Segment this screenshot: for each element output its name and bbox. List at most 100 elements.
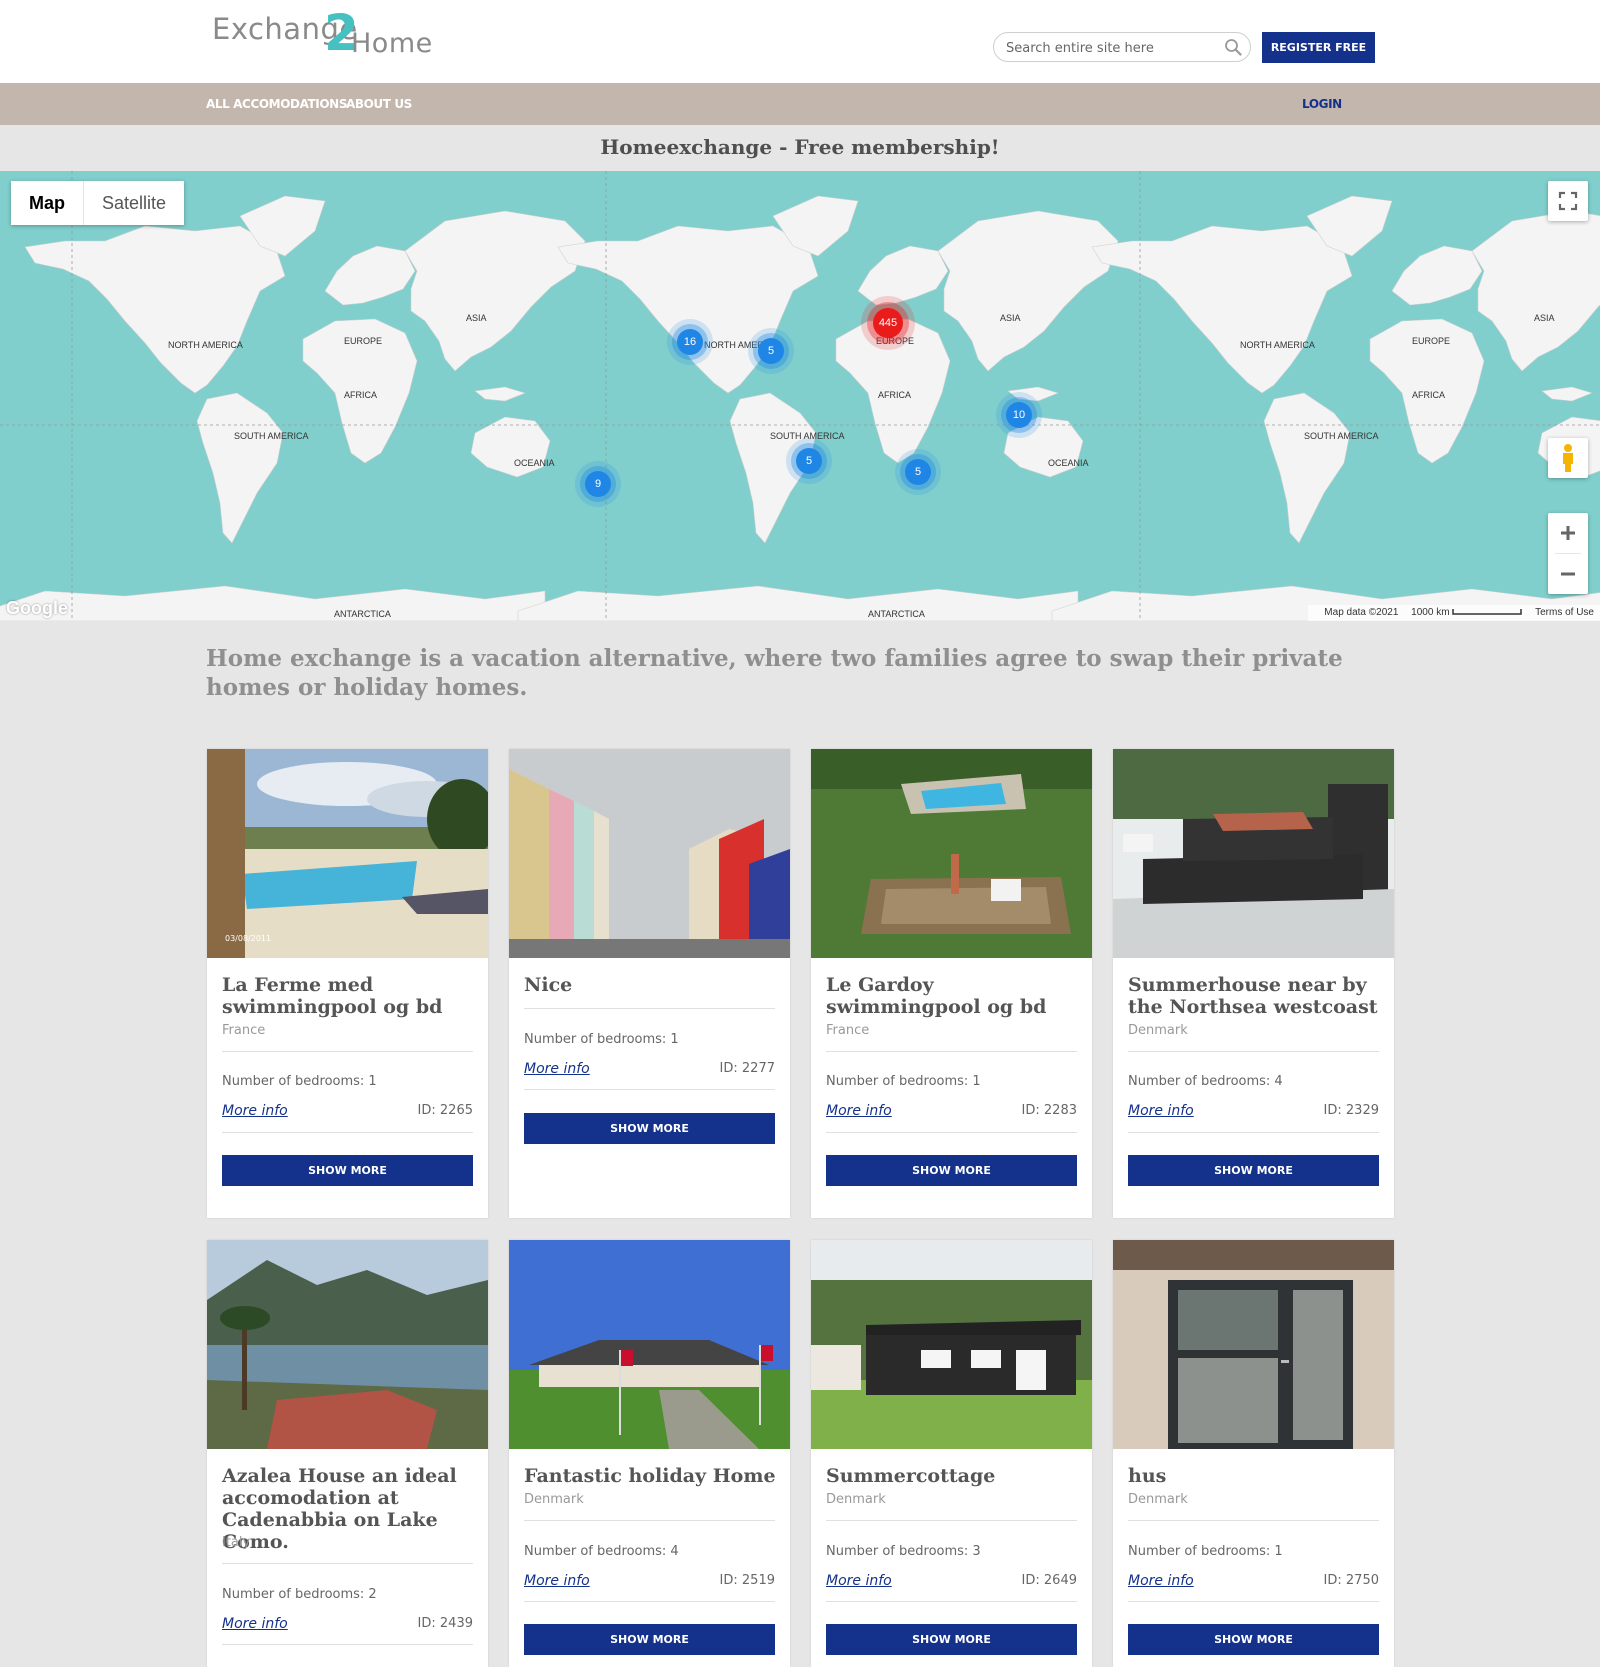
nav-item-all-accomodations[interactable]: ALL ACCOMODATIONS <box>206 97 347 111</box>
divider <box>222 1563 473 1564</box>
map-cluster-marker[interactable]: 10 <box>1006 402 1032 428</box>
hot-tub-photo-image <box>1113 749 1394 958</box>
show-more-button[interactable]: SHOW MORE <box>1128 1155 1379 1186</box>
listing-title[interactable]: La Ferme med swimmingpool og bd <box>222 974 477 1018</box>
listing-photo[interactable]: 03/08/2011 <box>207 749 488 958</box>
listing-card: hus Denmark Number of bedrooms: 1 More i… <box>1113 1240 1394 1667</box>
more-info-link[interactable]: More info <box>222 1103 288 1119</box>
listing-card: Summercottage Denmark Number of bedrooms… <box>811 1240 1092 1667</box>
more-info-link[interactable]: More info <box>222 1616 288 1632</box>
street-view-pegman[interactable] <box>1548 438 1588 478</box>
map-land-layer <box>0 171 1600 621</box>
holiday-home-photo-image <box>509 1240 790 1449</box>
world-map[interactable]: NORTH AMERICA EUROPE ASIA AFRICA SOUTH A… <box>0 171 1600 621</box>
listing-id: ID: 2649 <box>1021 1573 1077 1588</box>
listing-title[interactable]: hus <box>1128 1465 1383 1487</box>
map-cluster-marker[interactable]: 5 <box>905 459 931 485</box>
map-label-south-america: SOUTH AMERICA <box>234 431 309 441</box>
listing-country: Denmark <box>524 1492 584 1507</box>
intro-text: Home exchange is a vacation alternative,… <box>206 645 1343 701</box>
divider <box>826 1520 1077 1521</box>
zoom-in-icon[interactable] <box>1548 513 1588 553</box>
show-more-button[interactable]: SHOW MORE <box>826 1624 1077 1655</box>
map-cluster-marker[interactable]: 9 <box>585 471 611 497</box>
listing-title[interactable]: Summercottage <box>826 1465 1081 1487</box>
fullscreen-button[interactable] <box>1548 181 1588 221</box>
listing-title[interactable]: Nice <box>524 974 779 996</box>
listing-country: France <box>826 1023 870 1038</box>
more-info-link[interactable]: More info <box>524 1573 590 1589</box>
search-icon[interactable] <box>1224 38 1242 56</box>
zoom-out-icon[interactable] <box>1548 554 1588 594</box>
map-label-europe: EUROPE <box>1412 336 1451 346</box>
divider <box>222 1051 473 1052</box>
listing-card: Le Gardoy swimmingpool og bd France Numb… <box>811 749 1092 1218</box>
map-scale-label[interactable]: 1000 km <box>1411 607 1449 618</box>
main-nav: ALL ACCOMODATIONS ABOUT US LOGIN <box>0 83 1600 125</box>
nav-item-about-us[interactable]: ABOUT US <box>346 97 412 111</box>
listing-card: Azalea House an ideal accomodation at Ca… <box>207 1240 488 1667</box>
listing-photo[interactable] <box>207 1240 488 1449</box>
map-cluster-marker[interactable]: 5 <box>758 338 784 364</box>
listing-card: Nice Number of bedrooms: 1 More info ID:… <box>509 749 790 1218</box>
map-data-credit: Map data ©2021 <box>1324 607 1399 618</box>
map-label-antarctica: ANTARCTICA <box>868 609 925 619</box>
listing-bedrooms: Number of bedrooms: 1 <box>1128 1544 1283 1559</box>
lake-como-photo-image <box>207 1240 488 1449</box>
login-link[interactable]: LOGIN <box>1302 97 1342 111</box>
listing-photo[interactable] <box>1113 1240 1394 1449</box>
divider <box>524 1520 775 1521</box>
listing-id: ID: 2283 <box>1021 1103 1077 1118</box>
door-photo-image <box>1113 1240 1394 1449</box>
listing-photo[interactable] <box>1113 749 1394 958</box>
divider <box>524 1089 775 1090</box>
listing-title[interactable]: Azalea House an ideal accomodation at Ca… <box>222 1465 477 1553</box>
summercottage-photo-image <box>811 1240 1092 1449</box>
listing-photo[interactable] <box>811 749 1092 958</box>
listing-title[interactable]: Summerhouse near by the Northsea westcoa… <box>1128 974 1383 1018</box>
more-info-link[interactable]: More info <box>1128 1103 1194 1119</box>
divider <box>1128 1520 1379 1521</box>
listing-title[interactable]: Fantastic holiday Home <box>524 1465 779 1487</box>
more-info-link[interactable]: More info <box>1128 1573 1194 1589</box>
listing-card: Fantastic holiday Home Denmark Number of… <box>509 1240 790 1667</box>
more-info-link[interactable]: More info <box>826 1573 892 1589</box>
show-more-button[interactable]: SHOW MORE <box>826 1155 1077 1186</box>
divider <box>222 1132 473 1133</box>
map-label-europe: EUROPE <box>876 336 915 346</box>
listing-bedrooms: Number of bedrooms: 3 <box>826 1544 981 1559</box>
photo-date-stamp: 03/08/2011 <box>225 934 271 943</box>
listing-photo[interactable] <box>811 1240 1092 1449</box>
show-more-button[interactable]: SHOW MORE <box>524 1624 775 1655</box>
divider <box>826 1051 1077 1052</box>
listing-card: Summerhouse near by the Northsea westcoa… <box>1113 749 1394 1218</box>
map-cluster-marker[interactable]: 445 <box>873 308 903 338</box>
map-type-map-button[interactable]: Map <box>11 181 83 225</box>
show-more-button[interactable]: SHOW MORE <box>524 1113 775 1144</box>
terms-of-use-link[interactable]: Terms of Use <box>1535 607 1594 618</box>
search-input[interactable] <box>1004 38 1223 58</box>
show-more-button[interactable]: SHOW MORE <box>222 1155 473 1186</box>
listing-photo[interactable] <box>509 1240 790 1449</box>
listing-id: ID: 2277 <box>719 1061 775 1076</box>
listing-photo[interactable] <box>509 749 790 958</box>
register-free-button[interactable]: REGISTER FREE <box>1262 32 1375 63</box>
map-label-asia: ASIA <box>1534 313 1555 323</box>
divider <box>1128 1601 1379 1602</box>
map-label-europe: EUROPE <box>344 336 383 346</box>
more-info-link[interactable]: More info <box>524 1061 590 1077</box>
site-logo[interactable]: Exchange 2 Home <box>212 4 442 62</box>
show-more-button[interactable]: SHOW MORE <box>1128 1624 1379 1655</box>
more-info-link[interactable]: More info <box>826 1103 892 1119</box>
divider <box>826 1132 1077 1133</box>
listing-country: Denmark <box>826 1492 886 1507</box>
map-cluster-marker[interactable]: 16 <box>677 329 703 355</box>
pool-photo-image: 03/08/2011 <box>207 749 488 958</box>
map-cluster-marker[interactable]: 5 <box>796 448 822 474</box>
listing-id: ID: 2439 <box>417 1616 473 1631</box>
listing-title[interactable]: Le Gardoy swimmingpool og bd <box>826 974 1081 1018</box>
logo-word-home: Home <box>351 28 433 59</box>
listing-bedrooms: Number of bedrooms: 4 <box>1128 1074 1283 1089</box>
divider <box>222 1644 473 1645</box>
map-type-satellite-button[interactable]: Satellite <box>83 181 184 225</box>
